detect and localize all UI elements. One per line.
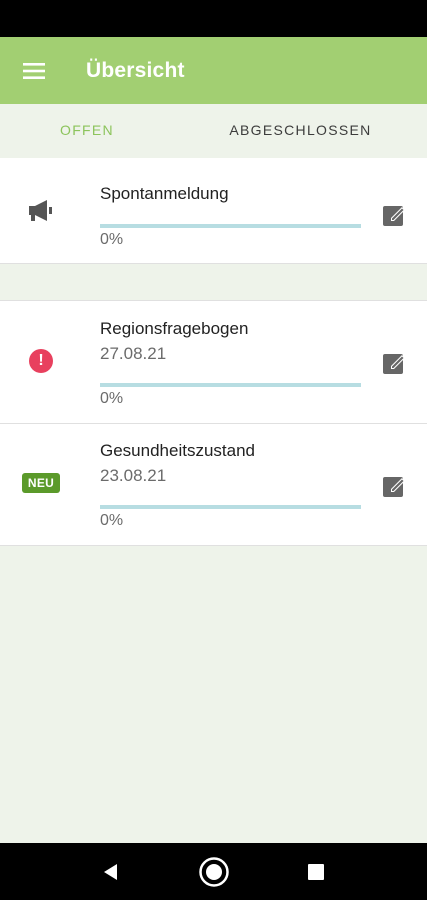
progress-label: 0% [100, 231, 124, 248]
page-title: Übersicht [86, 59, 185, 82]
recents-icon[interactable] [300, 856, 332, 888]
tab-abgeschlossen[interactable]: ABGESCHLOSSEN [174, 104, 427, 158]
new-badge: NEU [20, 473, 62, 493]
progress-label: 0% [100, 512, 124, 529]
list-item-regionsfragebogen[interactable]: ! Regionsfragebogen 27.08.21 0% [0, 300, 427, 424]
status-bar [0, 0, 427, 37]
tab-offen[interactable]: OFFEN [0, 104, 174, 158]
edit-icon[interactable] [381, 473, 407, 499]
megaphone-icon [20, 198, 62, 224]
alert-icon: ! [20, 349, 62, 373]
item-name: Gesundheitszustand [100, 441, 255, 460]
list-item-gesundheitszustand[interactable]: NEU Gesundheitszustand 23.08.21 0% [0, 423, 427, 546]
new-badge-label: NEU [21, 473, 61, 493]
item-date: 27.08.21 [100, 344, 167, 363]
hamburger-menu-icon[interactable] [14, 54, 54, 88]
edit-icon[interactable] [381, 202, 407, 228]
progress-bar [100, 383, 361, 387]
home-icon[interactable] [198, 856, 230, 888]
progress-bar [100, 224, 361, 228]
item-name: Regionsfragebogen [100, 319, 249, 338]
progress-bar [100, 505, 361, 509]
app-bar: Übersicht [0, 37, 427, 104]
edit-icon[interactable] [381, 350, 407, 376]
back-icon[interactable] [95, 856, 127, 888]
item-date: 23.08.21 [100, 466, 167, 485]
list-item-spontanmeldung[interactable]: Spontanmeldung 0% [0, 158, 427, 264]
progress-label: 0% [100, 390, 124, 407]
item-name: Spontanmeldung [100, 184, 229, 203]
tab-bar: OFFEN ABGESCHLOSSEN [0, 104, 427, 261]
system-nav-bar [0, 843, 427, 900]
